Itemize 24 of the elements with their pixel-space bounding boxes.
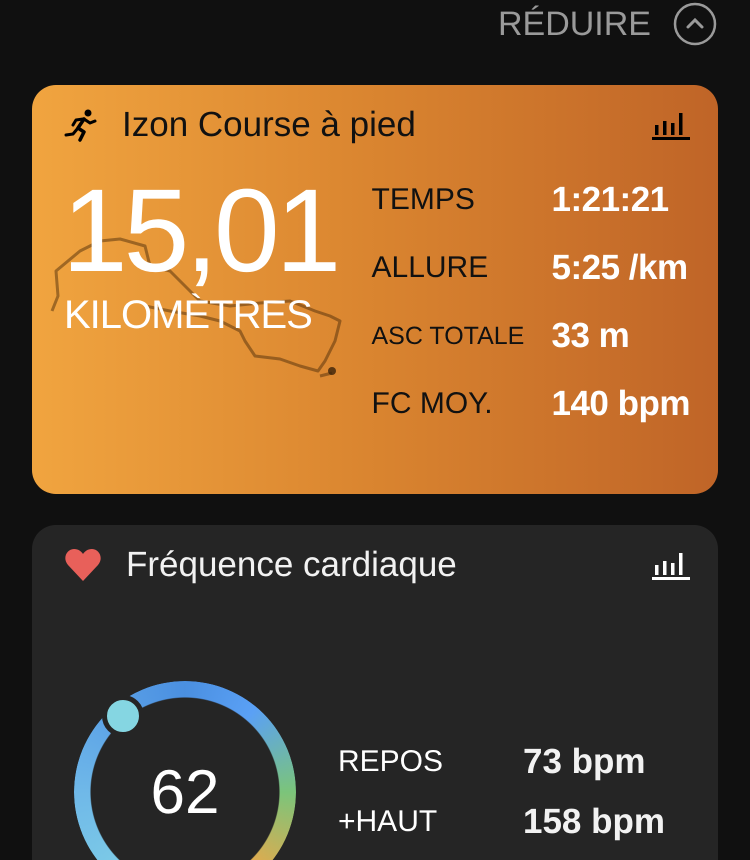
- stat-value: 158 bpm: [523, 802, 665, 842]
- distance-value: 15,01: [62, 171, 338, 291]
- stat-label: ALLURE: [372, 250, 490, 286]
- stat-value: 73 bpm: [523, 742, 647, 782]
- activity-card[interactable]: Izon Course à pied 15,01 KILOMÈTRES TEMPS 1:21:21 ALLURE 5:25 /km ASC TOTALE 33 m FC MOY. 140 bpm: [32, 85, 718, 494]
- stat-label: +HAUT: [338, 805, 438, 839]
- heart-icon: [64, 548, 102, 582]
- activity-title: Izon Course à pied: [122, 105, 417, 145]
- stat-label: TEMPS: [372, 182, 476, 218]
- stat-value: 33 m: [552, 315, 630, 357]
- stat-label: ASC TOTALE: [372, 321, 526, 352]
- heart-rate-title: Fréquence cardiaque: [126, 545, 458, 585]
- bar-chart-icon[interactable]: [652, 550, 690, 580]
- heart-rate-card[interactable]: Fréquence cardiaque 62 REPOS 73 bpm +HAUT 158 bpm: [32, 525, 718, 860]
- stat-label: FC MOY.: [372, 386, 494, 422]
- stat-value: 5:25 /km: [552, 247, 689, 289]
- distance-unit: KILOMÈTRES: [64, 293, 313, 338]
- stat-value: 140 bpm: [552, 383, 690, 425]
- collapse-button[interactable]: RÉDUIRE: [498, 0, 717, 46]
- chevron-up-icon: [673, 2, 717, 46]
- stat-label: REPOS: [338, 745, 444, 779]
- runner-icon: [64, 108, 98, 142]
- stat-value: 1:21:21: [552, 179, 670, 221]
- current-heart-rate: 62: [150, 756, 220, 828]
